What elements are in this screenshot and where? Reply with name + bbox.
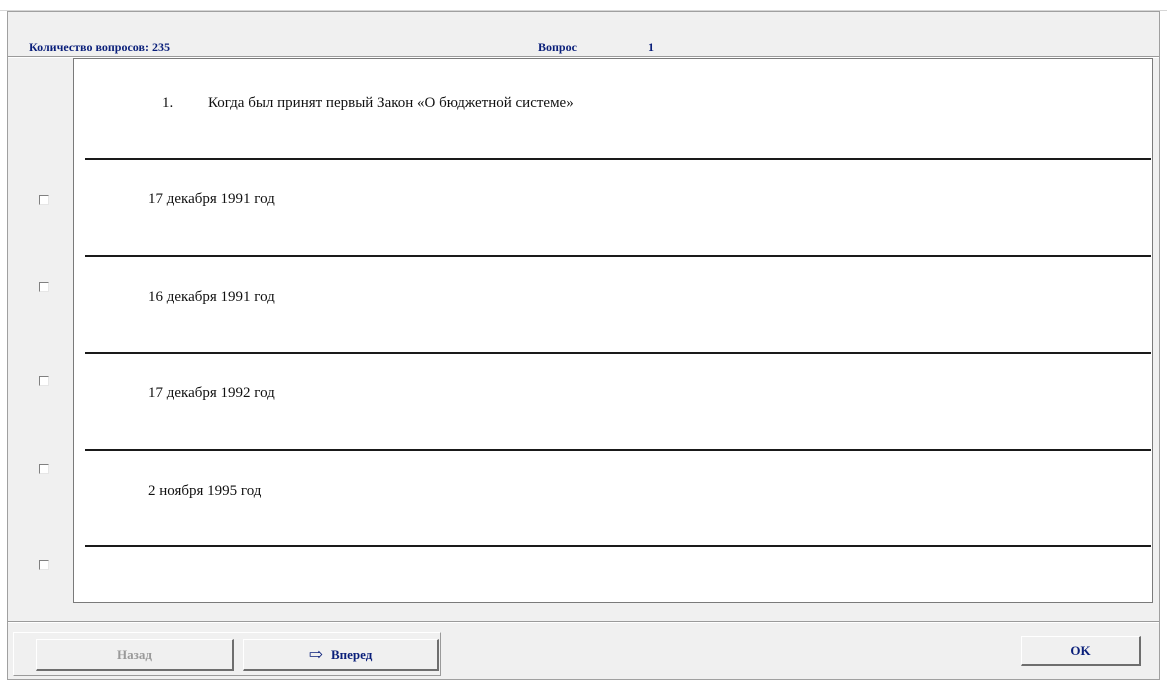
next-button-label: Вперед <box>330 646 373 662</box>
answer-divider <box>85 352 1151 354</box>
back-button-label: Назад <box>117 646 152 662</box>
question-text: 1. Когда был принят первый Закон «О бюдже… <box>162 95 574 112</box>
footer-divider <box>8 621 1159 623</box>
answer-checkbox-3[interactable] <box>39 376 49 386</box>
answer-checkbox-5[interactable] <box>39 560 49 570</box>
answer-option-4[interactable]: 2 ноября 1995 год <box>148 483 261 500</box>
answer-checkbox-4[interactable] <box>39 464 49 474</box>
question-panel: 1. Когда был принят первый Закон «О бюдже… <box>73 58 1153 603</box>
answer-option-3[interactable]: 17 декабря 1992 год <box>148 385 275 402</box>
ok-button-label: OK <box>1070 642 1091 658</box>
current-question-label: Вопрос <box>538 40 577 54</box>
current-question-number: 1 <box>648 40 654 54</box>
answer-checkbox-2[interactable] <box>39 282 49 292</box>
back-button[interactable]: Назад <box>36 639 234 671</box>
ok-button[interactable]: OK <box>1021 636 1141 666</box>
question-header: Количество вопросов: 235 Вопрос 1 <box>8 37 1159 54</box>
test-window: Количество вопросов: 235 Вопрос 1 1. Когд… <box>7 11 1160 680</box>
answer-checkbox-1[interactable] <box>39 195 49 205</box>
answer-option-2[interactable]: 16 декабря 1991 год <box>148 289 275 306</box>
answer-divider <box>85 545 1151 547</box>
right-arrow-icon: ⇨ <box>308 645 323 664</box>
question-number: 1. <box>162 95 174 111</box>
next-button[interactable]: ⇨ Вперед <box>243 639 439 671</box>
answer-divider <box>85 449 1151 451</box>
answer-divider <box>85 255 1151 257</box>
answer-divider <box>85 158 1151 160</box>
answer-option-1[interactable]: 17 декабря 1991 год <box>148 191 275 208</box>
question-body: Когда был принят первый Закон «О бюджетн… <box>208 95 574 111</box>
question-count-label: Количество вопросов: 235 <box>29 40 170 54</box>
title-strip <box>0 0 1167 11</box>
